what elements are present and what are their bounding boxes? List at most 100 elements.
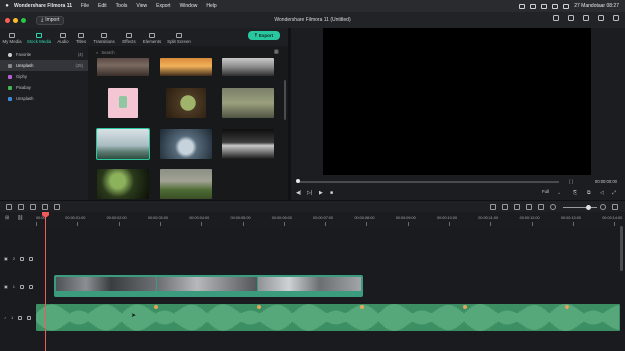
snapshot-icon[interactable]: ⧉ [587, 190, 591, 196]
voiceover-icon[interactable] [514, 204, 520, 210]
zoom-out-icon[interactable] [550, 204, 556, 210]
visibility-icon[interactable] [20, 256, 25, 261]
mark-in-icon[interactable]: { } [569, 179, 573, 184]
close-window-button[interactable] [5, 17, 10, 23]
media-thumbnail[interactable] [160, 58, 212, 76]
fit-timeline-icon[interactable] [612, 204, 618, 210]
minimize-window-button[interactable] [13, 17, 18, 23]
chevron-down-icon[interactable]: ⌄ [557, 190, 561, 196]
search-icon[interactable] [552, 3, 559, 9]
lock-icon[interactable] [29, 284, 34, 289]
menu-help[interactable]: Help [206, 3, 216, 9]
grid-view-icon[interactable]: ▦ [274, 49, 279, 55]
tab-audio[interactable]: Audio [54, 32, 72, 47]
menu-window[interactable]: Window [180, 3, 198, 9]
tab-transitions[interactable]: Transitions [90, 32, 118, 47]
stop-icon[interactable]: ■ [330, 190, 333, 196]
audio-beat-marker[interactable] [360, 305, 364, 309]
media-thumbnail[interactable] [160, 129, 212, 159]
mute-icon[interactable] [18, 315, 23, 320]
play-icon[interactable]: ▶ [319, 190, 323, 196]
media-thumbnail[interactable] [97, 58, 149, 76]
undo-icon[interactable] [6, 204, 12, 210]
status-icon[interactable] [519, 3, 526, 9]
timeline-zoom-handle[interactable] [586, 204, 591, 210]
audio-beat-marker[interactable] [565, 305, 569, 309]
sidebar-item-giphy[interactable]: Giphy [0, 71, 88, 82]
volume-icon[interactable]: ◁ [600, 190, 604, 196]
audio-beat-marker[interactable] [154, 305, 158, 309]
cut-icon[interactable] [42, 204, 48, 210]
render-icon[interactable]: ⎘ [573, 190, 577, 196]
visibility-icon[interactable] [20, 284, 25, 289]
snap-icon[interactable] [538, 204, 544, 210]
apple-icon[interactable]: ● [0, 3, 14, 9]
mixer-icon[interactable] [526, 204, 532, 210]
import-button[interactable]: ⤓ Import [36, 15, 65, 25]
link-icon[interactable]: ⛓ [17, 215, 23, 221]
preview-progress-bar[interactable] [297, 181, 559, 183]
playhead[interactable] [45, 212, 46, 351]
lock-icon[interactable] [29, 256, 34, 261]
media-thumbnail[interactable] [160, 169, 212, 199]
delete-icon[interactable] [30, 204, 36, 210]
add-track-icon[interactable]: ⊞ [5, 215, 9, 221]
export-button[interactable]: ⤒ Export [248, 31, 280, 40]
preview-scrub-handle[interactable] [296, 179, 300, 183]
unsplash-icon [8, 96, 12, 101]
upload-icon[interactable] [583, 15, 589, 21]
audio-beat-marker[interactable] [257, 305, 261, 309]
menu-app[interactable]: Wondershare Filmora 11 [14, 3, 72, 9]
tab-split-screen[interactable]: Split Screen [164, 32, 194, 47]
tab-stock-media[interactable]: Stock Media [24, 32, 54, 47]
tab-elements[interactable]: Elements [140, 32, 164, 47]
preview-screen[interactable] [323, 28, 591, 175]
tab-effects[interactable]: Effects [118, 32, 140, 47]
menu-export[interactable]: Export [156, 3, 170, 9]
marker-icon[interactable] [502, 204, 508, 210]
zoom-in-icon[interactable] [600, 204, 606, 210]
audio-clip[interactable] [36, 304, 620, 331]
fullscreen-icon[interactable] [613, 15, 619, 21]
media-thumbnail[interactable] [166, 88, 206, 118]
tab-my-media[interactable]: My Media [0, 32, 24, 47]
media-thumbnail[interactable] [222, 88, 274, 118]
lock-icon[interactable] [27, 315, 32, 320]
menu-file[interactable]: File [81, 3, 89, 9]
media-thumbnail[interactable] [222, 58, 274, 76]
step-back-icon[interactable]: ◀| [296, 190, 301, 196]
media-thumbnail[interactable] [222, 129, 274, 159]
sidebar-item-pixabay[interactable]: Pixabay [0, 82, 88, 93]
menu-edit[interactable]: Edit [98, 3, 107, 9]
clock[interactable]: 27 Mandotaar 08:27 [574, 3, 619, 9]
edit-icon[interactable] [54, 204, 60, 210]
zoom-window-button[interactable] [21, 17, 26, 23]
control-center-icon[interactable] [563, 3, 570, 9]
notification-icon[interactable] [568, 15, 574, 21]
browser-scrollbar[interactable] [284, 80, 286, 120]
media-thumbnail[interactable] [97, 169, 149, 199]
battery-icon[interactable] [530, 3, 537, 9]
redo-icon[interactable] [18, 204, 24, 210]
search-field[interactable]: ⌕ Search [96, 48, 176, 56]
sidebar-item-unsplash[interactable]: Unsplash (25) [0, 60, 88, 71]
preview-zoom-select[interactable]: Full [542, 189, 549, 194]
sidebar-item-favorite[interactable]: Favorite (4) [0, 49, 88, 60]
media-thumbnail[interactable] [108, 88, 138, 118]
account-icon[interactable] [553, 15, 559, 21]
wifi-icon[interactable] [541, 3, 548, 9]
sidebar-item-unsplash-2[interactable]: Unsplash [0, 93, 88, 104]
timeline-ruler[interactable]: ⊞ ⛓ 00:00 00:00:01:00 00:00:02:00 00:00:03:… [0, 212, 625, 226]
fullscreen-icon[interactable]: ⤢ [612, 190, 616, 196]
tab-titles[interactable]: Titles [72, 32, 90, 47]
timeline-zoom-slider[interactable] [563, 206, 597, 208]
audio-beat-marker[interactable] [463, 305, 467, 309]
media-thumbnail-selected[interactable] [96, 128, 150, 160]
render-preview-icon[interactable] [490, 204, 496, 210]
menu-view[interactable]: View [136, 3, 147, 9]
play-back-icon[interactable]: ▷| [307, 190, 312, 196]
layout-icon[interactable] [598, 15, 604, 21]
menu-tools[interactable]: Tools [116, 3, 128, 9]
video-clip[interactable] [54, 275, 363, 297]
timeline-scrollbar[interactable] [620, 226, 623, 271]
